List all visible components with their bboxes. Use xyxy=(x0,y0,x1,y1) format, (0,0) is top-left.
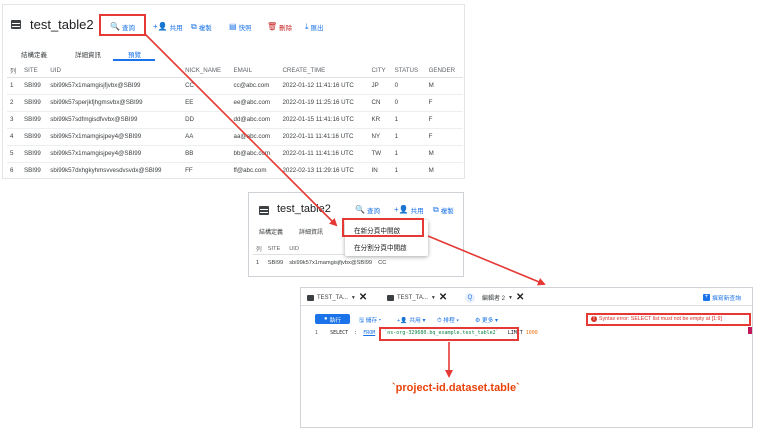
arrow-query-to-menu xyxy=(144,33,338,227)
annotation-arrows xyxy=(144,33,546,378)
arrow-menu-to-editor xyxy=(427,235,546,286)
